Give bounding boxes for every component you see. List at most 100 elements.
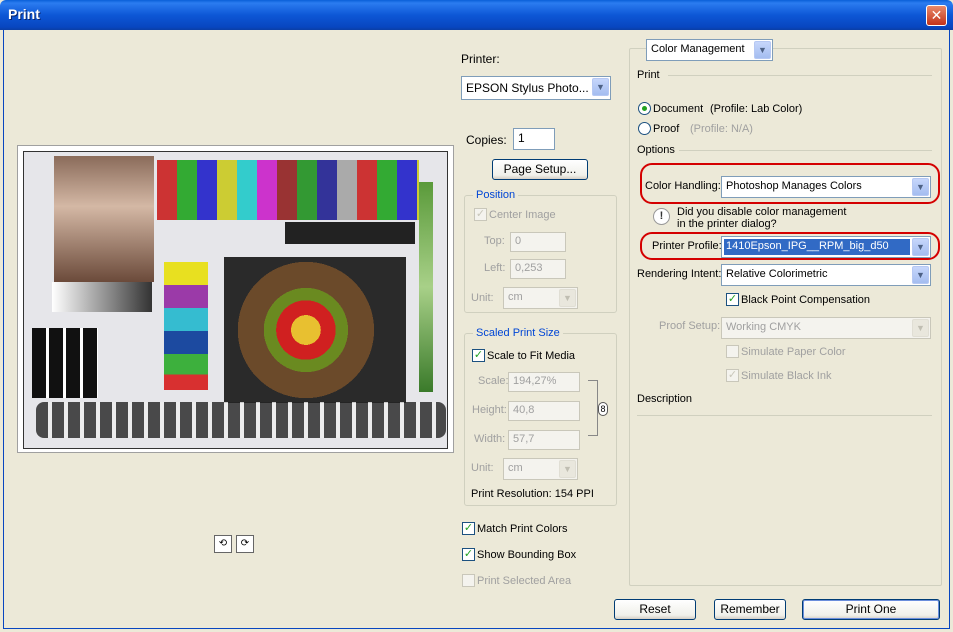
page-setup-button[interactable]: Page Setup...: [492, 159, 588, 180]
left-input[interactable]: 0,253: [510, 259, 566, 279]
center-image-checkbox[interactable]: ✓: [474, 208, 487, 221]
rendering-intent-select[interactable]: Relative Colorimetric ▼: [721, 264, 931, 286]
color-handling-value: Photoshop Manages Colors: [726, 180, 862, 192]
mode-select[interactable]: Color Management ▼: [646, 39, 773, 61]
description-heading: Description: [637, 393, 693, 405]
simulate-ink-checkbox[interactable]: ✓: [726, 369, 739, 382]
printer-value: EPSON Stylus Photo...: [466, 81, 589, 95]
print-preview: [17, 145, 454, 453]
color-patches: [157, 160, 419, 220]
mode-value: Color Management: [651, 43, 745, 55]
simulate-paper-checkbox[interactable]: [726, 345, 739, 358]
warning-line-2: in the printer dialog?: [677, 218, 777, 230]
selected-area-label: Print Selected Area: [477, 575, 572, 587]
top-input[interactable]: 0: [510, 232, 566, 252]
width-input[interactable]: 57,7: [508, 430, 580, 450]
left-label: Left:: [484, 262, 506, 274]
density-ovals: [36, 402, 446, 438]
rotate-left-icon[interactable]: ⟲: [214, 535, 232, 553]
rendering-intent-label: Rendering Intent:: [637, 268, 722, 280]
close-button[interactable]: ✕: [926, 5, 947, 26]
document-radio[interactable]: [638, 102, 651, 115]
description-separator: [637, 415, 932, 416]
scaled-unit-label: Unit:: [471, 462, 494, 474]
black-point-label: Black Point Compensation: [741, 294, 871, 306]
width-label: Width:: [474, 433, 506, 445]
print-one-button[interactable]: Print One: [802, 599, 940, 620]
warning-icon: !: [653, 208, 670, 225]
link-bracket: [588, 380, 598, 436]
proof-setup-value: Working CMYK: [726, 321, 801, 333]
simulate-ink-label: Simulate Black Ink: [741, 370, 832, 382]
primary-patches: [164, 262, 208, 390]
height-input[interactable]: 40,8: [508, 401, 580, 421]
scale-input[interactable]: 194,27%: [508, 372, 580, 392]
chevron-down-icon: ▼: [912, 319, 929, 337]
portrait-image: [54, 156, 154, 282]
proof-setup-label: Proof Setup:: [659, 320, 721, 332]
remember-button[interactable]: Remember: [714, 599, 786, 620]
green-strip: [419, 182, 433, 392]
gray-gradient: [52, 282, 152, 312]
chain-link-icon[interactable]: 8: [598, 402, 608, 416]
chevron-down-icon: ▼: [754, 41, 771, 59]
height-label: Height:: [472, 404, 507, 416]
chevron-down-icon: ▼: [559, 460, 576, 478]
simulate-paper-label: Simulate Paper Color: [741, 346, 846, 358]
position-unit-value: cm: [508, 291, 523, 303]
title-bar: Print ✕: [0, 0, 953, 30]
proof-radio[interactable]: [638, 122, 651, 135]
chevron-down-icon: ▼: [912, 178, 929, 196]
document-label: Document: [653, 103, 704, 115]
bounding-box-label: Show Bounding Box: [477, 549, 577, 561]
dark-patches: [285, 222, 415, 244]
position-legend: Position: [473, 189, 519, 201]
options-separator: [679, 150, 932, 151]
printer-profile-label: Printer Profile:: [652, 240, 722, 252]
rendering-intent-value: Relative Colorimetric: [726, 268, 828, 280]
color-handling-label: Color Handling:: [645, 180, 721, 192]
printer-profile-select[interactable]: 1410Epson_IPG__RPM_big_d50 ▼: [721, 236, 931, 258]
bounding-box-checkbox[interactable]: ✓: [462, 548, 475, 561]
warning-line-1: Did you disable color management: [677, 206, 847, 218]
copies-label: Copies:: [466, 133, 507, 147]
chevron-down-icon: ▼: [912, 266, 929, 284]
proof-profile: (Profile: N/A): [690, 123, 753, 135]
rotate-right-icon[interactable]: ⟳: [236, 535, 254, 553]
center-image-label: Center Image: [489, 209, 556, 221]
printer-select[interactable]: EPSON Stylus Photo... ▼: [461, 76, 611, 100]
window-title: Print: [8, 6, 40, 22]
top-label: Top:: [484, 235, 505, 247]
match-colors-label: Match Print Colors: [477, 523, 568, 535]
scale-label: Scale:: [478, 375, 509, 387]
match-colors-checkbox[interactable]: ✓: [462, 522, 475, 535]
scale-to-fit-label: Scale to Fit Media: [487, 350, 576, 362]
chevron-down-icon: ▼: [912, 238, 929, 256]
print-separator: [668, 75, 932, 76]
options-heading: Options: [637, 144, 675, 156]
black-point-checkbox[interactable]: ✓: [726, 293, 739, 306]
print-heading: Print: [637, 69, 660, 81]
printer-profile-value: 1410Epson_IPG__RPM_big_d50: [724, 239, 910, 255]
chevron-down-icon: ▼: [559, 289, 576, 307]
chevron-down-icon: ▼: [592, 78, 609, 96]
printer-label: Printer:: [461, 52, 500, 66]
black-bars: [32, 328, 98, 398]
position-unit-select[interactable]: cm ▼: [503, 287, 578, 309]
document-profile: (Profile: Lab Color): [710, 103, 803, 115]
scale-to-fit-checkbox[interactable]: ✓: [472, 349, 485, 362]
position-unit-label: Unit:: [471, 292, 494, 304]
proof-label: Proof: [653, 123, 680, 135]
selected-area-checkbox[interactable]: [462, 574, 475, 587]
print-resolution: Print Resolution: 154 PPI: [471, 488, 594, 500]
dialog-body: ⟲ ⟳ Printer: EPSON Stylus Photo... ▼ Cop…: [3, 30, 950, 629]
reset-button[interactable]: Reset: [614, 599, 696, 620]
scaled-unit-value: cm: [508, 462, 523, 474]
proof-setup-select[interactable]: Working CMYK ▼: [721, 317, 931, 339]
still-life-photo: [224, 257, 406, 403]
copies-input[interactable]: 1: [513, 128, 555, 150]
scaled-unit-select[interactable]: cm ▼: [503, 458, 578, 480]
scaled-size-legend: Scaled Print Size: [473, 327, 563, 339]
preview-image: [23, 151, 448, 449]
color-handling-select[interactable]: Photoshop Manages Colors ▼: [721, 176, 931, 198]
